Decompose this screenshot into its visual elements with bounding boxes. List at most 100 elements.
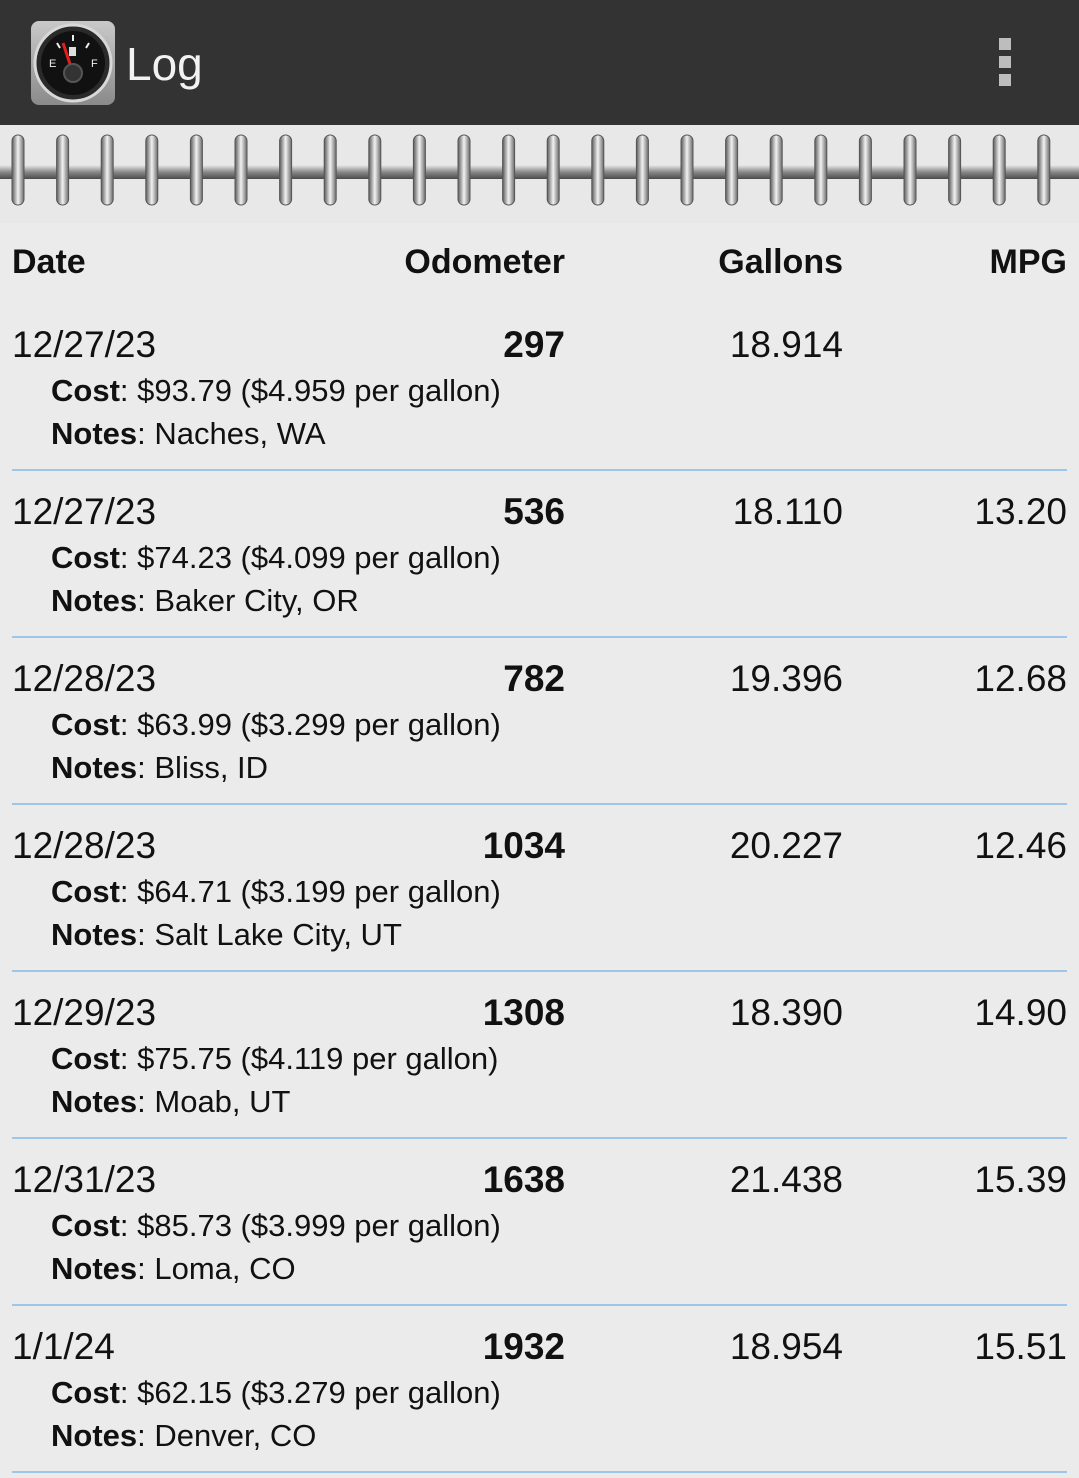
svg-text:F: F [91, 58, 98, 70]
entry-mpg: 14.90 [974, 992, 1067, 1033]
row-divider [12, 1137, 1067, 1139]
log-list: 12/27/23 297 18.914 Cost: $93.79 ($4.959… [0, 305, 1079, 1474]
row-divider [12, 970, 1067, 972]
notes-label: Notes [51, 583, 138, 618]
cost-value: $63.99 ($3.299 per gallon) [137, 707, 501, 742]
spiral-coil [903, 134, 917, 206]
log-entry[interactable]: 12/29/23 1308 18.390 14.90 Cost: $75.75 … [0, 973, 1079, 1140]
entry-cost: Cost: $63.99 ($3.299 per gallon) [51, 707, 501, 742]
entry-gallons: 19.396 [729, 658, 843, 699]
cost-label: Cost [51, 1208, 120, 1243]
entry-gallons: 18.390 [729, 992, 843, 1033]
entry-odometer: 1638 [482, 1159, 565, 1200]
entry-cost: Cost: $75.75 ($4.119 per gallon) [51, 1041, 499, 1076]
entry-notes: Notes: Bliss, ID [51, 750, 269, 785]
cost-value: $75.75 ($4.119 per gallon) [137, 1041, 499, 1076]
notes-label: Notes [51, 1418, 138, 1453]
entry-date: 12/31/23 [12, 1159, 157, 1200]
fuel-gauge-icon[interactable]: E F [31, 21, 115, 105]
entry-odometer: 1034 [482, 825, 565, 866]
cost-value: $62.15 ($3.279 per gallon) [137, 1375, 501, 1410]
overflow-menu-icon[interactable] [985, 30, 1025, 94]
svg-text:E: E [49, 58, 56, 70]
column-header: Date Odometer Gallons MPG [0, 240, 1079, 284]
entry-notes: Notes: Denver, CO [51, 1418, 317, 1453]
spiral-coil [234, 134, 248, 206]
spiral-coil [725, 134, 739, 206]
entry-odometer: 782 [503, 658, 565, 699]
header-gallons[interactable]: Gallons [718, 240, 843, 284]
entry-cost: Cost: $93.79 ($4.959 per gallon) [51, 373, 501, 408]
cost-label: Cost [51, 1375, 120, 1410]
entry-notes: Notes: Salt Lake City, UT [51, 917, 402, 952]
app-bar: E F Log [0, 0, 1079, 125]
row-divider [12, 636, 1067, 638]
entry-date: 12/28/23 [12, 658, 157, 699]
log-entry[interactable]: 1/1/24 1932 18.954 15.51 Cost: $62.15 ($… [0, 1307, 1079, 1474]
entry-date: 12/28/23 [12, 825, 157, 866]
entry-odometer: 1308 [482, 992, 565, 1033]
cost-value: $74.23 ($4.099 per gallon) [137, 540, 501, 575]
spiral-coil [56, 134, 70, 206]
notes-value: Moab, UT [154, 1084, 291, 1119]
entry-gallons: 18.914 [729, 324, 843, 365]
cost-label: Cost [51, 1041, 120, 1076]
notes-value: Naches, WA [154, 416, 326, 451]
spiral-coil [189, 134, 203, 206]
entry-mpg: 15.51 [974, 1326, 1067, 1367]
entry-odometer: 1932 [482, 1326, 565, 1367]
spiral-binding [0, 125, 1079, 223]
entry-cost: Cost: $62.15 ($3.279 per gallon) [51, 1375, 501, 1410]
header-odometer[interactable]: Odometer [404, 240, 565, 284]
entry-notes: Notes: Moab, UT [51, 1084, 291, 1119]
header-mpg[interactable]: MPG [990, 240, 1067, 284]
row-divider [12, 803, 1067, 805]
notes-label: Notes [51, 1251, 138, 1286]
notes-value: Denver, CO [154, 1418, 317, 1453]
log-entry[interactable]: 12/31/23 1638 21.438 15.39 Cost: $85.73 … [0, 1140, 1079, 1307]
spiral-coil [502, 134, 516, 206]
spiral-coil [145, 134, 159, 206]
spiral-coil [368, 134, 382, 206]
notes-value: Salt Lake City, UT [154, 917, 402, 952]
cost-label: Cost [51, 707, 120, 742]
log-entry[interactable]: 12/28/23 782 19.396 12.68 Cost: $63.99 (… [0, 639, 1079, 806]
log-entry[interactable]: 12/27/23 536 18.110 13.20 Cost: $74.23 (… [0, 472, 1079, 639]
entry-mpg: 12.68 [974, 658, 1067, 699]
spiral-coil [635, 134, 649, 206]
entry-odometer: 297 [503, 324, 565, 365]
entry-cost: Cost: $85.73 ($3.999 per gallon) [51, 1208, 501, 1243]
spiral-coil [1037, 134, 1051, 206]
log-entry[interactable]: 12/28/23 1034 20.227 12.46 Cost: $64.71 … [0, 806, 1079, 973]
spiral-coil [546, 134, 560, 206]
spiral-coil [769, 134, 783, 206]
entry-gallons: 18.110 [732, 491, 843, 532]
entry-cost: Cost: $64.71 ($3.199 per gallon) [51, 874, 501, 909]
page-title: Log [126, 38, 203, 90]
entry-notes: Notes: Naches, WA [51, 416, 326, 451]
cost-label: Cost [51, 373, 120, 408]
row-divider [12, 1304, 1067, 1306]
spiral-coil [457, 134, 471, 206]
spiral-coil [323, 134, 337, 206]
spiral-coil [11, 134, 25, 206]
notes-value: Baker City, OR [154, 583, 359, 618]
spiral-coil [591, 134, 605, 206]
spiral-coil [948, 134, 962, 206]
spiral-coil [992, 134, 1006, 206]
cost-label: Cost [51, 874, 120, 909]
row-divider [12, 1471, 1067, 1473]
entry-mpg: 13.20 [974, 491, 1067, 532]
header-date[interactable]: Date [12, 240, 86, 284]
entry-gallons: 18.954 [729, 1326, 843, 1367]
cost-value: $85.73 ($3.999 per gallon) [137, 1208, 501, 1243]
log-entry[interactable]: 12/27/23 297 18.914 Cost: $93.79 ($4.959… [0, 305, 1079, 472]
notes-value: Bliss, ID [154, 750, 269, 785]
spiral-coil [100, 134, 114, 206]
entry-date: 12/29/23 [12, 992, 157, 1033]
entry-gallons: 20.227 [729, 825, 843, 866]
notes-value: Loma, CO [154, 1251, 296, 1286]
entry-date: 1/1/24 [12, 1326, 115, 1367]
spiral-coil [279, 134, 293, 206]
spiral-coil [680, 134, 694, 206]
